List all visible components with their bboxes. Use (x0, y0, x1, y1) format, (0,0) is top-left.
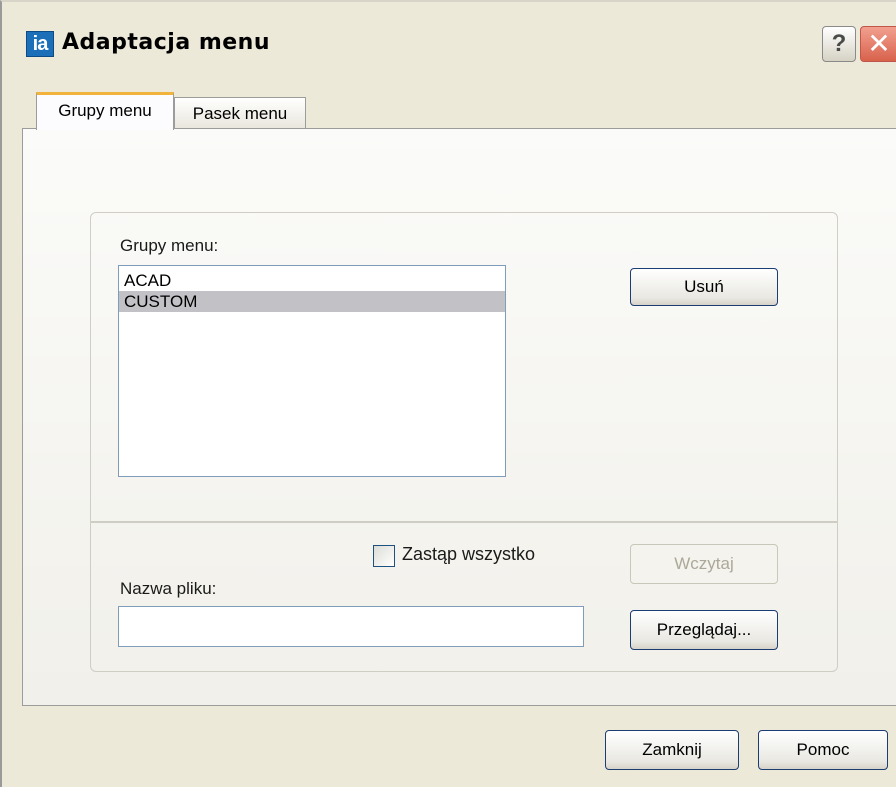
dialog-window: ia Adaptacja menu ? ✕ Grupy menu Pasek m… (0, 0, 896, 787)
tab-pasek-menu[interactable]: Pasek menu (174, 97, 306, 129)
browse-button[interactable]: Przeglądaj... (630, 610, 778, 650)
list-item-acad[interactable]: ACAD (119, 270, 505, 291)
load-button[interactable]: Wczytaj (630, 544, 778, 584)
replace-all-label[interactable]: Zastąp wszystko (402, 544, 535, 565)
menu-groups-label: Grupy menu: (120, 236, 219, 255)
close-icon: ✕ (867, 27, 891, 60)
help-title-button[interactable]: ? (822, 26, 856, 62)
window-title: Adaptacja menu (62, 30, 270, 55)
title-bar[interactable]: ia Adaptacja menu ? ✕ (2, 20, 896, 72)
remove-button[interactable]: Usuń (630, 268, 778, 306)
menu-groups-list[interactable]: ACAD CUSTOM (118, 265, 506, 477)
tab-grupy-menu[interactable]: Grupy menu (36, 92, 174, 130)
app-icon: ia (26, 31, 54, 57)
filename-input[interactable] (118, 606, 584, 647)
list-item-custom[interactable]: CUSTOM (119, 291, 505, 312)
replace-all-checkbox[interactable] (373, 545, 395, 567)
filename-label: Nazwa pliku: (120, 579, 217, 598)
close-button[interactable]: Zamknij (605, 730, 739, 770)
close-window-button[interactable]: ✕ (860, 26, 896, 62)
help-button[interactable]: Pomoc (758, 730, 888, 770)
